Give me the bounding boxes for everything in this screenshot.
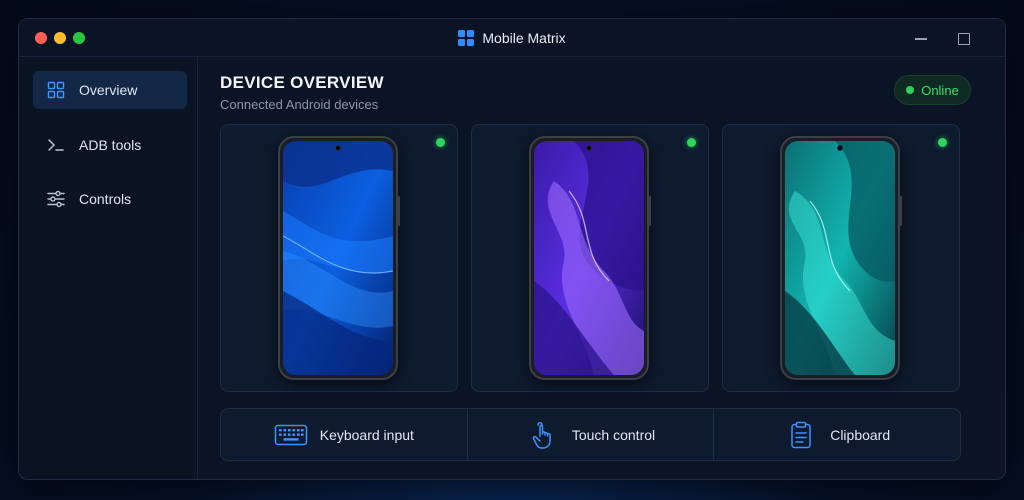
phone-mockup — [278, 136, 400, 380]
action-label: Keyboard input — [319, 426, 414, 443]
grid-icon — [47, 81, 65, 99]
sliders-icon — [47, 190, 65, 208]
clipboard-icon — [791, 421, 811, 448]
action-label: Touch control — [571, 426, 656, 443]
main-content: DEVICE OVERVIEW Connected Android device… — [199, 57, 1005, 479]
sidebar: Overview ADB tools Controls — [19, 57, 198, 479]
sidebar-item-overview[interactable]: Overview — [33, 71, 187, 109]
status-dot-icon — [906, 86, 915, 94]
online-indicator-icon — [938, 138, 947, 147]
online-indicator-icon — [687, 138, 696, 147]
action-bar: Keyboard input Touch control Clipboard — [220, 408, 961, 461]
device-screen[interactable] — [534, 141, 644, 375]
sidebar-item-label: ADB tools — [79, 137, 142, 153]
window-title: Mobile Matrix — [482, 30, 566, 46]
online-indicator-icon — [436, 138, 445, 147]
device-card[interactable] — [471, 124, 709, 392]
clipboard-button[interactable]: Clipboard — [713, 409, 960, 460]
sidebar-item-adb-tools[interactable]: ADB tools — [33, 126, 187, 164]
title-bar: Mobile Matrix — [19, 19, 1005, 57]
app-logo-icon — [458, 30, 475, 46]
action-label: Clipboard — [830, 426, 891, 443]
phone-mockup — [529, 136, 651, 380]
keyboard-input-button[interactable]: Keyboard input — [221, 409, 467, 460]
maximize-icon[interactable] — [955, 30, 971, 46]
keyboard-icon — [274, 424, 307, 445]
device-screen[interactable] — [785, 141, 895, 375]
device-screen[interactable] — [283, 141, 393, 375]
status-badge: Online — [894, 75, 971, 105]
phone-mockup — [780, 136, 902, 380]
touch-icon — [532, 421, 551, 449]
page-subtitle: Connected Android devices — [220, 97, 379, 112]
sidebar-item-label: Overview — [79, 82, 138, 98]
device-card[interactable] — [220, 124, 458, 392]
status-label: Online — [921, 82, 959, 98]
camera-icon — [335, 145, 341, 151]
minimize-icon[interactable] — [913, 30, 929, 46]
sidebar-item-label: Controls — [79, 191, 132, 207]
touch-control-button[interactable]: Touch control — [466, 409, 714, 460]
camera-icon — [586, 145, 592, 151]
page-title: DEVICE OVERVIEW — [220, 73, 384, 92]
sidebar-item-controls[interactable]: Controls — [33, 180, 187, 218]
device-card[interactable] — [722, 124, 960, 392]
camera-icon — [837, 145, 843, 151]
app-window: Mobile Matrix Overview ADB tools Control… — [18, 18, 1006, 480]
terminal-icon — [48, 139, 64, 151]
